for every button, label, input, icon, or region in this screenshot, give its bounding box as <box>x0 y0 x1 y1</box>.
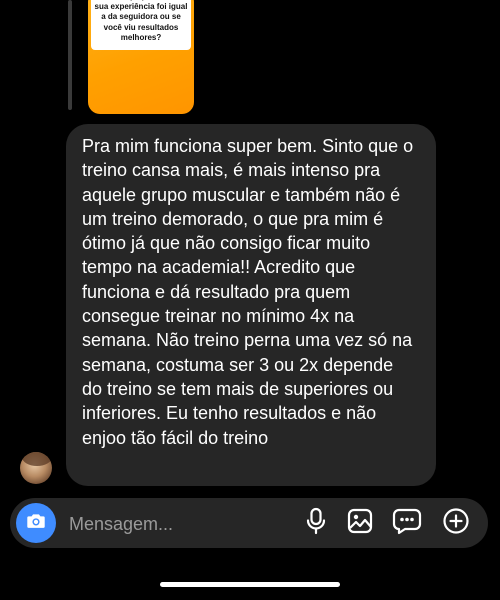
message-composer <box>10 498 488 550</box>
add-button[interactable] <box>441 507 471 540</box>
plus-circle-icon <box>442 507 470 540</box>
sticker-button[interactable] <box>392 508 422 538</box>
sticker-icon <box>392 507 422 540</box>
gallery-button[interactable] <box>345 508 375 538</box>
home-indicator[interactable] <box>160 582 340 587</box>
message-input[interactable] <box>67 498 291 550</box>
camera-button[interactable] <box>16 503 56 543</box>
story-reply-thumbnail[interactable]: Conta aqui pra mim se sua experiência fo… <box>88 0 194 114</box>
message-text: Pra mim funciona super bem. Sinto que o … <box>82 136 414 448</box>
message-bubble[interactable]: Pra mim funciona super bem. Sinto que o … <box>66 124 436 486</box>
microphone-icon <box>304 507 328 540</box>
gallery-icon <box>346 507 374 540</box>
reply-indicator-bar <box>68 0 72 110</box>
story-question-sticker: Conta aqui pra mim se sua experiência fo… <box>91 0 191 50</box>
camera-icon <box>25 510 47 537</box>
avatar[interactable] <box>20 452 52 484</box>
microphone-button[interactable] <box>301 507 331 540</box>
